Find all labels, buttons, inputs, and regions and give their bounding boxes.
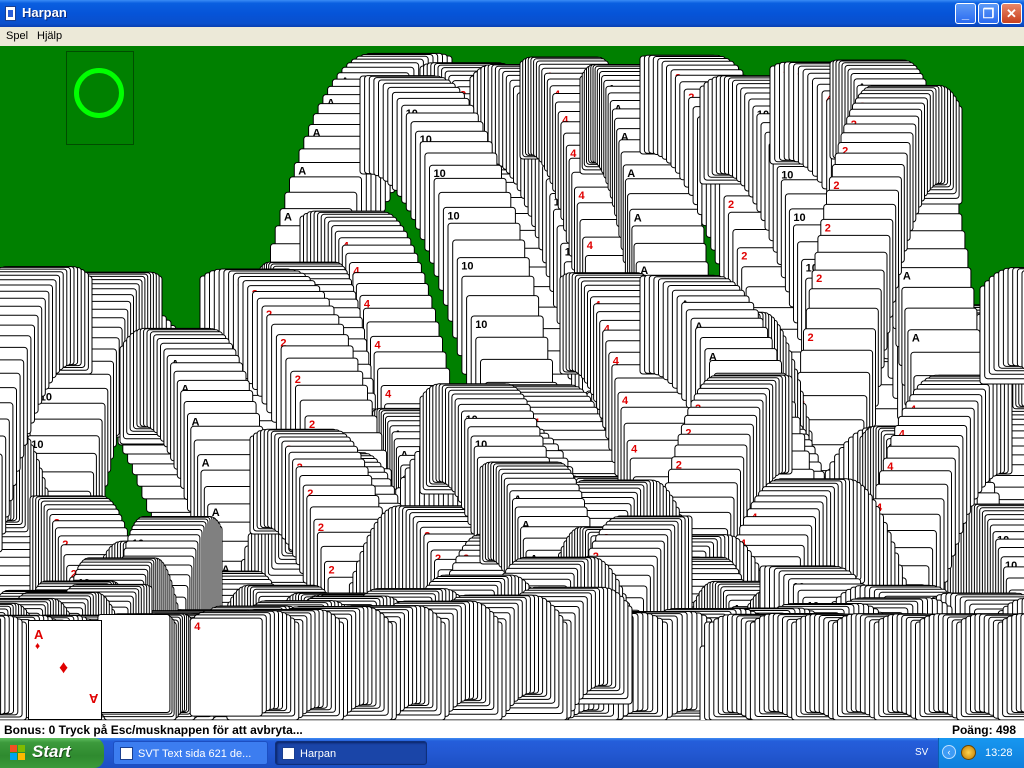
chevron-left-icon[interactable]: ‹: [942, 745, 956, 759]
card-bounce-trails: AAAAAAAAAAAAAAAAAAAAAAAAAAAAAAAA22222222…: [0, 52, 1024, 720]
card-trail-rank: 4: [579, 190, 586, 202]
bouncing-card: A ♦ ♦ A: [28, 620, 102, 720]
start-label: Start: [32, 742, 71, 761]
card-trail-rank: 10: [447, 210, 459, 222]
card-trail-rank: 2: [825, 222, 831, 234]
clock: 13:28: [985, 747, 1013, 759]
card-trail-rank: 2: [295, 374, 301, 386]
card-trail-rank: A: [202, 458, 210, 470]
window-icon: [120, 747, 133, 760]
cards-app-icon: [5, 6, 16, 21]
close-button[interactable]: ✕: [1001, 3, 1022, 24]
card-rank: A: [89, 691, 99, 706]
card-trail-rank: 4: [375, 339, 382, 351]
title-bar[interactable]: Harpan _ ❐ ✕: [0, 0, 1024, 27]
status-bar: Bonus: 0 Tryck på Esc/musknappen för att…: [0, 720, 1024, 739]
cards-app-icon: [282, 747, 295, 760]
card-trail-rank: A: [627, 168, 635, 180]
card-trail-rank: 2: [329, 564, 335, 576]
windows-logo-icon: [10, 745, 25, 760]
card-trail-rank: A: [298, 166, 306, 178]
card-trail-rank: 10: [475, 319, 487, 331]
card-trail-rank: A: [912, 333, 920, 345]
system-tray: SV ‹ 13:28: [915, 738, 1024, 768]
card-trail-rank: 4: [587, 240, 594, 252]
menu-spel[interactable]: Spel: [6, 30, 28, 42]
card-rank: A: [34, 627, 44, 642]
diamond-icon: ♦: [59, 657, 69, 677]
task-label: Harpan: [300, 748, 337, 760]
taskbar: Start SVT Text sida 621 de... Harpan SV …: [0, 738, 1024, 768]
card-trail-rank: 10: [793, 212, 805, 224]
card-trail-rank: 4: [622, 395, 629, 407]
card-trail-frame: [189, 617, 263, 717]
network-globe-icon[interactable]: [961, 745, 976, 760]
card-trail-rank: A: [903, 271, 911, 283]
card-trail-rank: 2: [741, 251, 747, 263]
diamond-icon: ♦: [35, 641, 41, 652]
card-trail-rank: 4: [631, 443, 638, 455]
card-trail-rank: A: [634, 212, 642, 224]
taskbar-item-svt-text[interactable]: SVT Text sida 621 de...: [113, 741, 268, 765]
window-title: Harpan: [22, 5, 67, 20]
status-message: Bonus: 0 Tryck på Esc/musknappen för att…: [4, 723, 303, 737]
score-display: Poäng: 498: [951, 723, 1016, 737]
card-trail-rank: 4: [385, 389, 392, 401]
card-trail-rank: 10: [461, 261, 473, 273]
card-trail-rank: 2: [808, 332, 814, 344]
start-button[interactable]: Start: [0, 738, 104, 768]
menu-hjalp[interactable]: Hjälp: [37, 30, 62, 42]
taskbar-item-harpan[interactable]: Harpan: [275, 741, 427, 765]
card-trail-rank: 2: [816, 273, 822, 285]
menu-bar: Spel Hjälp: [0, 27, 1024, 46]
maximize-button[interactable]: ❐: [978, 3, 999, 24]
card-trail-rank: A: [284, 212, 292, 224]
language-indicator[interactable]: SV: [915, 747, 928, 758]
game-area[interactable]: AAAAAAAAAAAAAAAAAAAAAAAAAAAAAAAA22222222…: [0, 46, 1024, 720]
card-trail-frame: [0, 618, 2, 716]
card-trail-rank: 2: [728, 199, 734, 211]
minimize-button[interactable]: _: [955, 3, 976, 24]
task-label: SVT Text sida 621 de...: [138, 748, 252, 760]
card-trail-rank: 4: [194, 621, 201, 633]
card-trail-frame: [97, 614, 171, 713]
card-trail-frame: [0, 453, 3, 553]
harpan-window: Harpan _ ❐ ✕ Spel Hjälp AAAAAAAAAAAAAAAA…: [0, 0, 1024, 739]
